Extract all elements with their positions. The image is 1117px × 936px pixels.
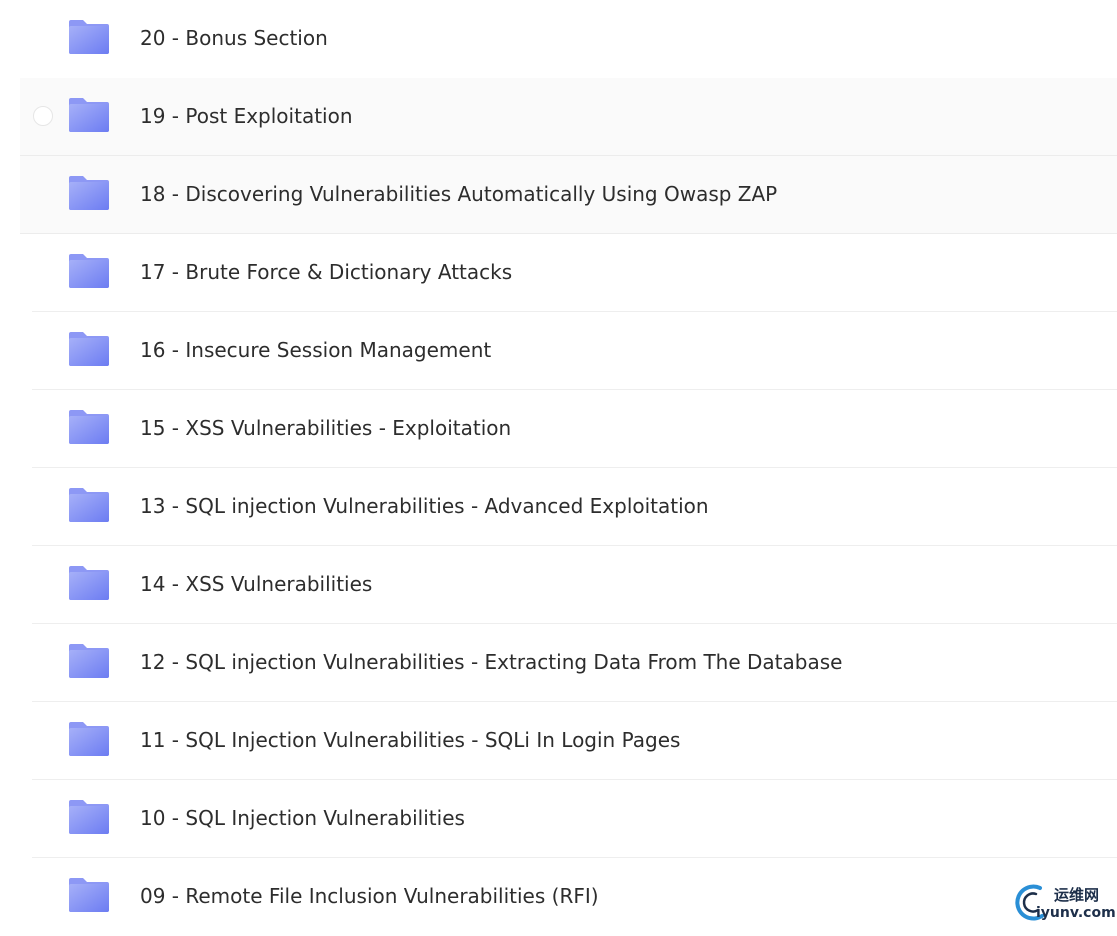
folder-name[interactable]: 18 - Discovering Vulnerabilities Automat… (140, 156, 777, 233)
list-item[interactable]: 10 - SQL Injection Vulnerabilities (32, 780, 1117, 858)
list-item[interactable]: 19 - Post Exploitation (20, 78, 1117, 156)
list-item[interactable]: 18 - Discovering Vulnerabilities Automat… (20, 156, 1117, 234)
folder-name[interactable]: 11 - SQL Injection Vulnerabilities - SQL… (140, 702, 680, 779)
folder-icon (68, 409, 110, 445)
folder-icon (68, 175, 110, 211)
folder-name[interactable]: 12 - SQL injection Vulnerabilities - Ext… (140, 624, 842, 701)
watermark-site-url: iyunv.com (1036, 905, 1116, 921)
watermark: 运维网 iyunv.com (1012, 880, 1116, 926)
watermark-site-name: 运维网 (1054, 886, 1100, 904)
folder-icon (68, 97, 110, 133)
list-item[interactable]: 14 - XSS Vulnerabilities (32, 546, 1117, 624)
folder-name[interactable]: 09 - Remote File Inclusion Vulnerabiliti… (140, 858, 599, 935)
checkbox-icon[interactable] (33, 106, 53, 126)
list-item[interactable]: 12 - SQL injection Vulnerabilities - Ext… (32, 624, 1117, 702)
folder-icon (68, 487, 110, 523)
list-item[interactable]: 11 - SQL Injection Vulnerabilities - SQL… (32, 702, 1117, 780)
folder-name[interactable]: 15 - XSS Vulnerabilities - Exploitation (140, 390, 511, 467)
folder-name[interactable]: 19 - Post Exploitation (140, 78, 353, 155)
folder-icon (68, 253, 110, 289)
folder-icon (68, 877, 110, 913)
folder-name[interactable]: 13 - SQL injection Vulnerabilities - Adv… (140, 468, 709, 545)
list-item[interactable]: 13 - SQL injection Vulnerabilities - Adv… (32, 468, 1117, 546)
folder-name[interactable]: 17 - Brute Force & Dictionary Attacks (140, 234, 512, 311)
folder-icon (68, 643, 110, 679)
folder-icon (68, 19, 110, 55)
folder-name[interactable]: 10 - SQL Injection Vulnerabilities (140, 780, 465, 857)
list-item[interactable]: 15 - XSS Vulnerabilities - Exploitation (32, 390, 1117, 468)
folder-name[interactable]: 20 - Bonus Section (140, 0, 328, 77)
list-item[interactable]: 17 - Brute Force & Dictionary Attacks (32, 234, 1117, 312)
folder-name[interactable]: 16 - Insecure Session Management (140, 312, 491, 389)
folder-icon (68, 331, 110, 367)
folder-name[interactable]: 14 - XSS Vulnerabilities (140, 546, 372, 623)
list-item[interactable]: 16 - Insecure Session Management (32, 312, 1117, 390)
list-item[interactable]: 09 - Remote File Inclusion Vulnerabiliti… (32, 858, 1117, 936)
folder-icon (68, 565, 110, 601)
list-item[interactable]: 20 - Bonus Section (32, 0, 1117, 78)
folder-icon (68, 799, 110, 835)
folder-icon (68, 721, 110, 757)
folder-list: 20 - Bonus Section 19 - Post Exploitatio… (0, 0, 1117, 936)
